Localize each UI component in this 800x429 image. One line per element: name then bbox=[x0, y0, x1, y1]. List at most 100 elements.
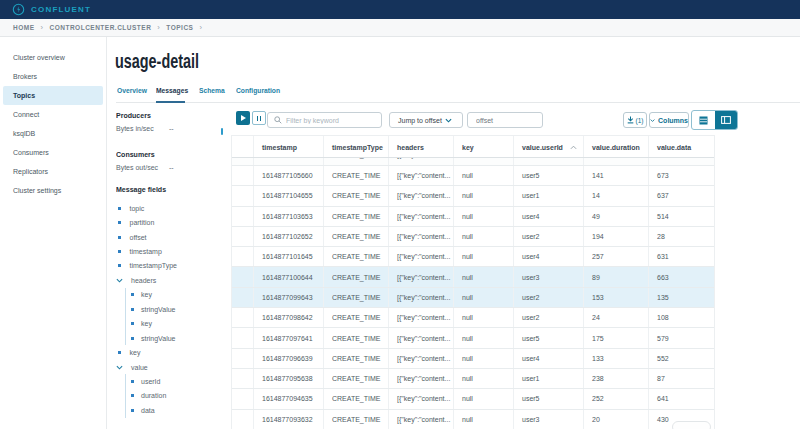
message-field-item-offset[interactable]: offset bbox=[115, 230, 223, 244]
message-field-label: stringValue bbox=[141, 335, 176, 342]
cell-timestamp: 1614877105660 bbox=[254, 166, 324, 185]
column-header-value-data[interactable]: value.data bbox=[649, 136, 715, 157]
sidebar-item-consumers[interactable]: Consumers bbox=[3, 143, 103, 162]
row-gutter-cell bbox=[232, 166, 254, 185]
message-field-label: offset bbox=[130, 234, 147, 241]
table-row[interactable]: 1614877096639CREATE_TIME[{"key":"content… bbox=[232, 349, 714, 369]
cell-duration: 133 bbox=[584, 349, 649, 368]
row-gutter-cell bbox=[232, 227, 254, 246]
sidebar-item-cluster-overview[interactable]: Cluster overview bbox=[3, 48, 103, 67]
confluent-logo-icon[interactable] bbox=[12, 3, 25, 16]
cell-duration: 24 bbox=[584, 308, 649, 327]
cell-timestamp: 1614877103653 bbox=[254, 207, 324, 226]
table-row[interactable]: 1614877093632CREATE_TIME[{"key":"content… bbox=[232, 410, 714, 429]
message-fields-heading: Message fields bbox=[116, 185, 166, 194]
pause-button[interactable] bbox=[252, 111, 266, 125]
sidebar-item-topics[interactable]: Topics bbox=[3, 86, 103, 105]
breadcrumb-item-controlcenter-cluster[interactable]: CONTROLCENTER.CLUSTER bbox=[50, 24, 152, 31]
message-field-item-timestamptype[interactable]: timestampType bbox=[115, 259, 223, 273]
message-field-item-key[interactable]: key bbox=[126, 288, 223, 302]
sidebar-item-connect[interactable]: Connect bbox=[3, 105, 103, 124]
table-row[interactable]: 1614877100644CREATE_TIME[{"key":"content… bbox=[232, 267, 714, 287]
message-field-item-topic[interactable]: topic bbox=[115, 201, 223, 215]
message-field-item-stringvalue[interactable]: stringValue bbox=[126, 302, 223, 316]
message-field-item-timestamp[interactable]: timestamp bbox=[115, 244, 223, 258]
cell-key: null bbox=[454, 349, 514, 368]
offset-field bbox=[467, 112, 543, 128]
breadcrumb-item-topics[interactable]: TOPICS bbox=[166, 24, 193, 31]
message-field-item-headers[interactable]: headers bbox=[115, 273, 223, 287]
column-header-headers[interactable]: headers bbox=[389, 136, 454, 157]
field-bullet-icon bbox=[131, 308, 134, 311]
cell-userid: user3 bbox=[514, 410, 584, 429]
message-field-label: key bbox=[141, 320, 152, 327]
tab-configuration[interactable]: Configuration bbox=[236, 86, 277, 103]
list-view-button[interactable] bbox=[692, 111, 715, 129]
table-header-row: timestamptimestampTypeheaderskeyvalue.us… bbox=[232, 136, 714, 158]
cell-timestamptype: CREATE_TIME bbox=[324, 247, 389, 266]
table-row[interactable]: 1614877105660CREATE_TIME[{"key":"content… bbox=[232, 166, 714, 186]
message-field-item-data[interactable]: data bbox=[126, 403, 223, 417]
table-row[interactable]: 1614877102652CREATE_TIME[{"key":"content… bbox=[232, 227, 714, 247]
sidebar-item-cluster-settings[interactable]: Cluster settings bbox=[3, 181, 103, 200]
table-row[interactable]: 1614877104655CREATE_TIME[{"key":"content… bbox=[232, 186, 714, 206]
column-header-timestamptype[interactable]: timestampType bbox=[324, 136, 389, 157]
sidebar-item-ksqldb[interactable]: ksqlDB bbox=[3, 124, 103, 143]
message-field-item-key[interactable]: key bbox=[126, 317, 223, 331]
column-header-timestamp[interactable]: timestamp bbox=[254, 136, 324, 157]
table-row[interactable]: 1614877094635CREATE_TIME[{"key":"content… bbox=[232, 389, 714, 409]
chevron-down-icon[interactable] bbox=[116, 365, 123, 370]
cell-data: 514 bbox=[649, 207, 715, 226]
field-bullet-icon bbox=[118, 221, 121, 224]
table-row[interactable]: 1614877095638CREATE_TIME[{"key":"content… bbox=[232, 369, 714, 389]
message-field-item-userid[interactable]: userId bbox=[126, 374, 223, 388]
table-row[interactable]: 1614877101645CREATE_TIME[{"key":"content… bbox=[232, 247, 714, 267]
cell-duration: 14 bbox=[584, 186, 649, 205]
sidebar-item-replicators[interactable]: Replicators bbox=[3, 162, 103, 181]
cell-duration bbox=[584, 158, 649, 165]
cell-duration: 257 bbox=[584, 247, 649, 266]
cell-key: null bbox=[454, 186, 514, 205]
table-row-clipped: 1614877106659CREATE_TIME[{"key":"content… bbox=[232, 158, 714, 167]
tab-overview[interactable]: Overview bbox=[117, 86, 146, 103]
column-header-label: value.data bbox=[657, 144, 691, 151]
column-header-value-userid[interactable]: value.userId bbox=[514, 136, 584, 157]
jump-to-select[interactable]: Jump to offset bbox=[389, 112, 463, 128]
download-button[interactable]: (1) bbox=[623, 112, 647, 128]
breadcrumb-item-home[interactable]: HOME bbox=[13, 24, 35, 31]
table-row[interactable]: 1614877099643CREATE_TIME[{"key":"content… bbox=[232, 288, 714, 308]
split-view-button[interactable] bbox=[715, 111, 738, 129]
cell-data: 552 bbox=[649, 349, 715, 368]
table-row[interactable]: 1614877103653CREATE_TIME[{"key":"content… bbox=[232, 207, 714, 227]
message-field-label: timestamp bbox=[130, 248, 162, 255]
keyword-filter-input[interactable] bbox=[286, 117, 376, 124]
tab-messages[interactable]: Messages bbox=[156, 86, 185, 103]
fields-panel-scrollbar[interactable] bbox=[221, 128, 223, 135]
sidebar: Cluster overviewBrokersTopicsConnectksql… bbox=[0, 37, 107, 429]
table-row[interactable]: 1614877098642CREATE_TIME[{"key":"content… bbox=[232, 308, 714, 328]
message-field-item-key[interactable]: key bbox=[115, 345, 223, 359]
cell-duration: 238 bbox=[584, 369, 649, 388]
message-field-item-duration[interactable]: duration bbox=[126, 389, 223, 403]
chevron-down-icon[interactable] bbox=[116, 278, 123, 283]
offset-input[interactable] bbox=[476, 117, 536, 124]
row-gutter-cell bbox=[232, 349, 254, 368]
message-field-item-partition[interactable]: partition bbox=[115, 215, 223, 229]
cell-headers: [{"key":"content... bbox=[389, 247, 454, 266]
cell-data: 631 bbox=[649, 247, 715, 266]
table-row[interactable]: 1614877097641CREATE_TIME[{"key":"content… bbox=[232, 328, 714, 348]
column-header-key[interactable]: key bbox=[454, 136, 514, 157]
column-header-value-duration[interactable]: value.duration bbox=[584, 136, 649, 157]
cell-data: 87 bbox=[649, 369, 715, 388]
cell-userid: user5 bbox=[514, 328, 584, 347]
columns-button[interactable]: Columns bbox=[649, 112, 689, 128]
message-field-item-stringvalue[interactable]: stringValue bbox=[126, 331, 223, 345]
cell-timestamptype: CREATE_TIME bbox=[324, 389, 389, 408]
play-button[interactable] bbox=[236, 111, 250, 125]
brand-name[interactable]: CONFLUENT bbox=[31, 5, 91, 14]
cell-timestamp: 1614877101645 bbox=[254, 247, 324, 266]
message-field-item-value[interactable]: value bbox=[115, 360, 223, 374]
sidebar-item-brokers[interactable]: Brokers bbox=[3, 67, 103, 86]
tab-schema[interactable]: Schema bbox=[199, 86, 221, 103]
table-row[interactable]: 1614877106659CREATE_TIME[{"key":"content… bbox=[232, 158, 714, 165]
